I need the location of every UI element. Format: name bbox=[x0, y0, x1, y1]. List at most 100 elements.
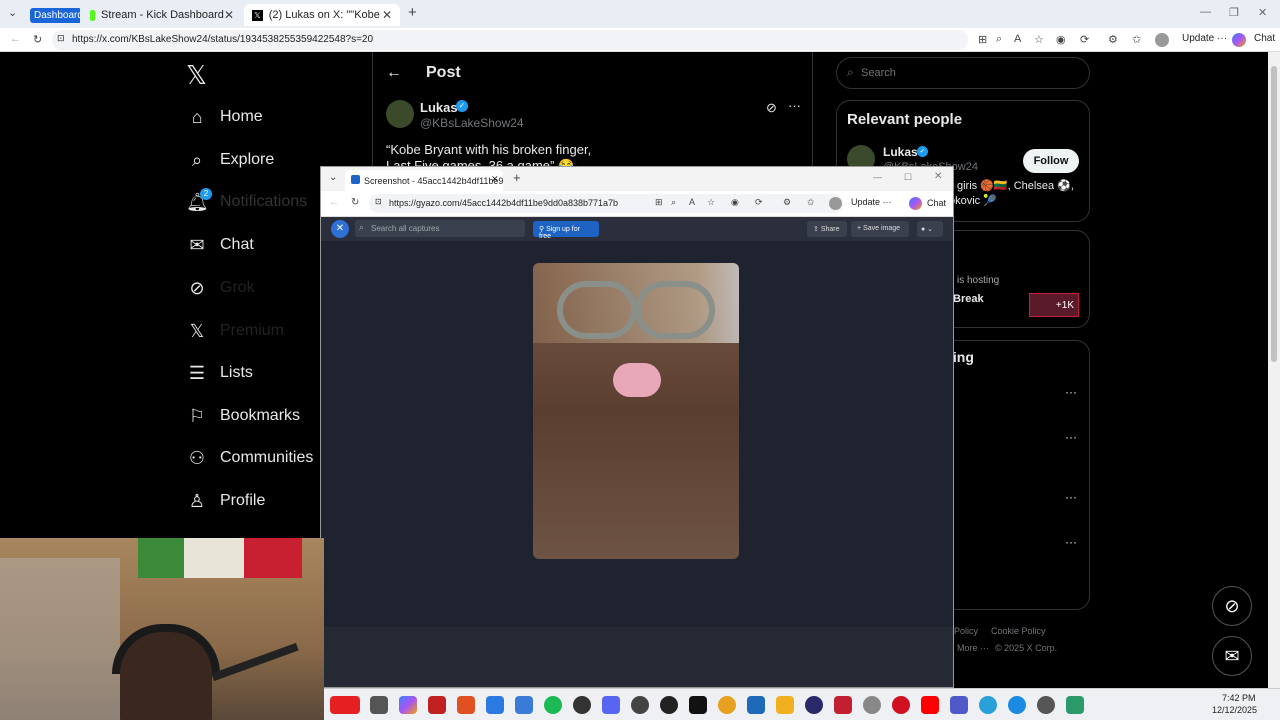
media-player-icon[interactable] bbox=[805, 696, 823, 714]
favorites-icon[interactable]: ✩ bbox=[807, 197, 815, 208]
extension-icon[interactable]: ◉ bbox=[1056, 33, 1066, 46]
maximize-icon[interactable]: ☐ bbox=[904, 172, 912, 183]
task-view-icon[interactable] bbox=[370, 696, 388, 714]
copilot-app-icon[interactable] bbox=[399, 696, 417, 714]
post-author-handle[interactable]: @KBsLakeShow24 bbox=[420, 116, 524, 130]
new-tab-icon[interactable]: + bbox=[513, 170, 521, 185]
refresh-extension-icon[interactable]: ⟳ bbox=[755, 197, 763, 208]
popup-url-field[interactable]: ⊡ https://gyazo.com/45acc1442b4df11be9dd… bbox=[369, 194, 843, 213]
clock-date[interactable]: 12/12/2025 bbox=[1212, 705, 1257, 715]
obs-icon[interactable] bbox=[631, 696, 649, 714]
nav-grok[interactable]: ⊘ Grok bbox=[186, 274, 254, 302]
profile-avatar-icon[interactable] bbox=[1155, 33, 1169, 47]
gyazo-search-input[interactable]: ⌕ Search all captures bbox=[355, 220, 525, 237]
relevant-person-name[interactable]: Lukas bbox=[883, 145, 918, 159]
minimize-icon[interactable]: — bbox=[1200, 6, 1211, 18]
refresh-extension-icon[interactable]: ⟳ bbox=[1080, 33, 1089, 46]
trend-more-icon[interactable]: ··· bbox=[1065, 490, 1077, 504]
discord-icon[interactable] bbox=[602, 696, 620, 714]
start-button-icon[interactable] bbox=[330, 696, 360, 714]
grok-explain-icon[interactable]: ⊘ bbox=[766, 100, 777, 116]
new-tab-icon[interactable]: + bbox=[408, 4, 417, 21]
tab-dashboard[interactable]: Dashboard bbox=[28, 4, 80, 26]
app-icon[interactable]: ⊞ bbox=[978, 33, 987, 46]
scrollbar[interactable] bbox=[1268, 52, 1280, 688]
account-menu-button[interactable]: ● ⌄ bbox=[917, 221, 943, 237]
close-window-icon[interactable]: ✕ bbox=[1258, 6, 1267, 19]
refresh-icon[interactable]: ↻ bbox=[351, 197, 359, 208]
close-tab-icon[interactable]: ✕ bbox=[491, 174, 499, 185]
close-tab-icon[interactable]: ✕ bbox=[224, 8, 234, 22]
edge-icon[interactable] bbox=[486, 696, 504, 714]
extension-icon[interactable]: ◉ bbox=[731, 197, 739, 208]
trend-more-icon[interactable]: ··· bbox=[1065, 535, 1077, 549]
more-options-icon[interactable]: ··· bbox=[788, 98, 801, 113]
share-button[interactable]: ⇪ Share bbox=[807, 221, 847, 237]
footer-more[interactable]: More ··· bbox=[957, 643, 989, 653]
messages-fab-button[interactable]: ✉ bbox=[1212, 636, 1252, 676]
back-arrow-icon[interactable]: ← bbox=[386, 64, 402, 82]
read-aloud-icon[interactable]: A bbox=[689, 197, 695, 207]
tab-kick-dashboard[interactable]: Stream - Kick Dashboard ✕ bbox=[82, 4, 242, 26]
close-window-icon[interactable]: ✕ bbox=[934, 171, 942, 182]
threads-icon[interactable] bbox=[660, 696, 678, 714]
minimize-icon[interactable]: — bbox=[873, 172, 882, 182]
spotify-icon[interactable] bbox=[544, 696, 562, 714]
footer-link-cookie[interactable]: Cookie Policy bbox=[991, 626, 1046, 636]
nav-explore[interactable]: ⌕ Explore bbox=[186, 146, 274, 174]
screenshot-tool-icon[interactable] bbox=[747, 696, 765, 714]
voicemeeter-icon[interactable] bbox=[428, 696, 446, 714]
grok-fab-button[interactable]: ⊘ bbox=[1212, 586, 1252, 626]
save-image-button[interactable]: + Save image bbox=[851, 221, 909, 237]
photos-icon[interactable] bbox=[515, 696, 533, 714]
capcut-icon[interactable] bbox=[689, 696, 707, 714]
chat-button[interactable]: Chat bbox=[927, 198, 946, 208]
trend-more-icon[interactable]: ··· bbox=[1065, 385, 1077, 399]
brave-icon[interactable] bbox=[457, 696, 475, 714]
notepad-icon[interactable] bbox=[1066, 696, 1084, 714]
settings-gear-icon[interactable] bbox=[1037, 696, 1055, 714]
nav-profile[interactable]: ♙ Profile bbox=[186, 487, 265, 515]
extensions-puzzle-icon[interactable]: ⚙ bbox=[1108, 33, 1118, 46]
url-field[interactable]: ⊡ https://x.com/KBsLakeShow24/status/193… bbox=[52, 30, 968, 50]
chat-button[interactable]: Chat bbox=[1250, 31, 1279, 46]
zoom-icon[interactable]: ⌕ bbox=[996, 33, 1002, 46]
nav-chat[interactable]: ✉ Chat bbox=[186, 231, 253, 259]
update-button[interactable]: Update ··· bbox=[1178, 31, 1231, 46]
nav-premium[interactable]: 𝕏 Premium bbox=[186, 317, 284, 345]
back-icon[interactable]: ← bbox=[10, 33, 21, 45]
nav-home[interactable]: ⌂ Home bbox=[186, 103, 263, 131]
screenshot-image[interactable] bbox=[533, 263, 739, 559]
nav-communities[interactable]: ⚇ Communities bbox=[186, 444, 313, 472]
tab-gyazo[interactable]: Screenshot - 45acc1442b4df11be9 ✕ bbox=[345, 170, 503, 191]
nav-lists[interactable]: ☰ Lists bbox=[186, 359, 253, 387]
scrollbar-thumb[interactable] bbox=[1271, 66, 1277, 362]
edge-active-icon[interactable] bbox=[1008, 696, 1026, 714]
site-info-icon[interactable]: ⊡ bbox=[57, 33, 65, 44]
gyazo-logo-icon[interactable]: ✕ bbox=[331, 220, 349, 238]
tab-list-chevron-icon[interactable]: ⌄ bbox=[329, 172, 337, 183]
tab-x-post[interactable]: 𝕏 (2) Lukas on X: ""Kobe Bryant with ✕ bbox=[244, 4, 400, 26]
close-tab-icon[interactable]: ✕ bbox=[382, 8, 392, 22]
maximize-icon[interactable]: ❐ bbox=[1229, 6, 1239, 19]
footer-link-policy[interactable]: Policy bbox=[954, 626, 978, 636]
youtube-icon[interactable] bbox=[921, 696, 939, 714]
extensions-puzzle-icon[interactable]: ⚙ bbox=[783, 197, 791, 208]
back-icon[interactable]: ← bbox=[329, 197, 339, 208]
zoom-icon[interactable]: ⌕ bbox=[671, 197, 676, 208]
follow-button[interactable]: Follow bbox=[1023, 149, 1079, 173]
copilot-icon[interactable] bbox=[909, 197, 922, 210]
app-gray-icon[interactable] bbox=[863, 696, 881, 714]
opera-icon[interactable] bbox=[892, 696, 910, 714]
teams-icon[interactable] bbox=[950, 696, 968, 714]
tab-list-chevron-icon[interactable]: ⌄ bbox=[8, 6, 17, 19]
refresh-icon[interactable]: ↻ bbox=[33, 33, 42, 46]
signup-button[interactable]: ⚲ Sign up for free bbox=[533, 221, 599, 240]
trend-more-icon[interactable]: ··· bbox=[1065, 430, 1077, 444]
app-red-icon[interactable] bbox=[834, 696, 852, 714]
copilot-icon[interactable] bbox=[1232, 33, 1246, 47]
favorites-icon[interactable]: ✩ bbox=[1132, 33, 1141, 46]
favorite-star-icon[interactable]: ☆ bbox=[1034, 33, 1044, 46]
app-icon[interactable]: ⊞ bbox=[655, 197, 663, 208]
x-logo-icon[interactable]: 𝕏 bbox=[186, 60, 207, 91]
